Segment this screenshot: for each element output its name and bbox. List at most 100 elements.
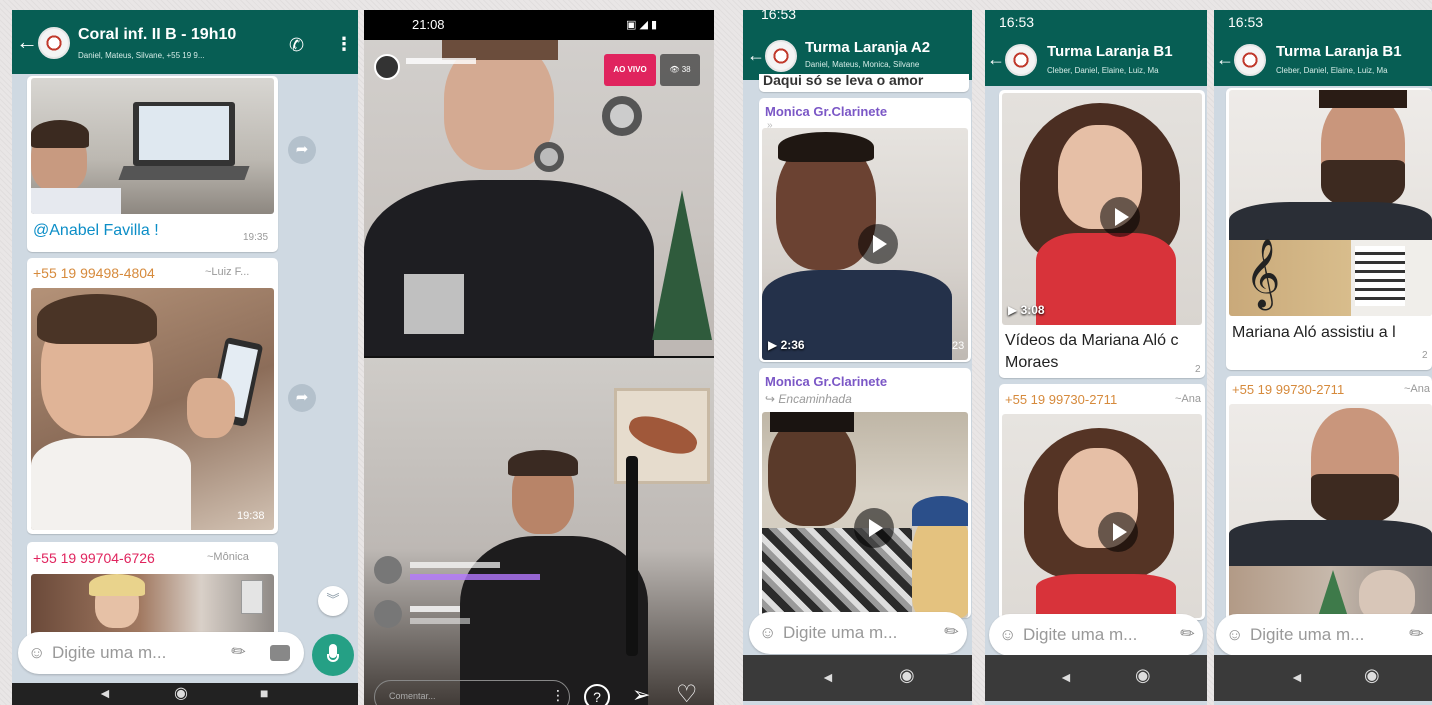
chat-area: @Anabel Favilla ! 19:35 ➦ +55 19 99498-4… [12,74,358,649]
nav-home-icon[interactable]: ◉ [174,683,188,703]
photo-teacher: 𝄞 [1229,90,1432,316]
send-icon[interactable]: ➢ [632,682,650,705]
phone-coral-chat: ← Coral inf. II B - 19h10 Daniel, Mateus… [12,10,358,705]
live-video-host [364,40,714,356]
message-photo-laptop[interactable]: @Anabel Favilla ! 19:35 [27,76,278,252]
chat-title[interactable]: Turma Laranja B1 [1047,43,1173,60]
live-badge: AO VIVO [604,54,656,86]
forward-icon[interactable]: ➦ [288,136,316,164]
play-button-icon[interactable] [1098,512,1138,552]
nav-recents-icon[interactable]: ■ [260,685,268,701]
live-video-guest [364,358,714,705]
heart-icon[interactable]: ♡ [676,680,698,705]
shirt-print [404,274,464,334]
message-input[interactable]: ☺ Digite uma m... ✎ [1216,614,1432,656]
boy-shirt [762,528,912,618]
forwarded-text: Encaminhada [778,392,852,406]
clock: 21:08 [412,17,445,32]
teacher-shirt [1229,520,1432,566]
message-video-mariana[interactable]: ▶ 3:08 Vídeos da Mariana Aló c Moraes 2 [999,90,1205,378]
viewer-count: 👁 38 [660,54,700,86]
emoji-icon[interactable]: ☺ [1226,625,1243,645]
message-input[interactable]: ☺ Digite uma m... ✎ [989,614,1203,656]
viewer-count-value: 38 [681,65,691,74]
host-avatar[interactable] [374,54,400,80]
nav-home-icon[interactable]: ◉ [899,665,915,686]
group-avatar[interactable] [1234,44,1266,76]
chat-area: ▶ 3:08 Vídeos da Mariana Aló c Moraes 2 … [985,86,1207,655]
comment-input[interactable]: Comentar... ⋮ [374,680,570,705]
sender-name: Monica Gr.Clarinete [765,104,888,119]
nav-back-icon[interactable]: ◄ [1290,669,1304,685]
play-button-icon[interactable] [854,508,894,548]
back-arrow-icon[interactable]: ← [1216,50,1234,68]
attach-icon[interactable]: ✎ [1176,622,1200,646]
message-photo-videocall[interactable]: +55 19 99704-6726 ~Mônica [27,542,278,642]
scroll-down-button[interactable]: ︾ [318,586,348,616]
teacher-beard [1311,474,1399,526]
nav-back-icon[interactable]: ◄ [1059,669,1073,685]
back-arrow-icon[interactable]: ← [747,46,765,64]
emoji-icon[interactable]: ☺ [28,643,45,663]
play-button-icon[interactable] [1100,197,1140,237]
message-input[interactable]: ☺ Digite uma m... ✎ [18,632,304,674]
android-navbar: ◄ ◉ [743,655,972,701]
nav-home-icon[interactable]: ◉ [1364,665,1380,686]
photo-videocall [31,574,274,640]
chat-title[interactable]: Turma Laranja B1 [1276,43,1402,60]
chat-area: Daqui só se leva o amor Monica Gr.Clarin… [743,74,972,655]
call-icon[interactable]: ✆ [289,35,304,56]
video-caption-2: Moraes [1005,354,1059,371]
forward-icon[interactable]: ➦ [288,384,316,412]
boy-shirt [31,438,191,530]
back-arrow-icon[interactable]: ← [987,50,1005,68]
sender-name: ~Luiz F... [205,266,250,278]
play-button-icon[interactable] [858,224,898,264]
message-video-girl-2[interactable]: +55 19 99730-2711 ~Ana [999,384,1205,620]
message-input[interactable]: ☺ Digite uma m... ✎ [749,612,967,654]
photo-caption: @Anabel Favilla ! [33,222,159,239]
comment-2 [374,600,554,630]
chat-header: 16:53 ← Turma Laranja A2 Daniel, Mateus,… [743,10,972,80]
message-placeholder: Digite uma m... [1250,625,1365,644]
host-username[interactable] [406,58,476,64]
back-arrow-icon[interactable]: ← [16,31,38,53]
commenter-avatar [374,600,402,628]
chat-title[interactable]: Turma Laranja A2 [805,39,930,56]
question-icon[interactable]: ? [584,684,610,705]
chat-participants: Cleber, Daniel, Elaine, Luiz, Ma [1276,66,1388,75]
emoji-icon[interactable]: ☺ [999,625,1016,645]
video-duration: ▶ 3:08 [1008,303,1045,317]
attach-icon[interactable]: ✎ [227,640,251,664]
message-placeholder: Digite uma m... [783,623,898,642]
group-avatar[interactable] [765,40,797,72]
attach-icon[interactable]: ✎ [1405,622,1429,646]
photo-time: 19:38 [237,510,265,522]
chat-title[interactable]: Coral inf. II B - 19h10 [78,26,236,44]
attach-icon[interactable]: ✎ [940,620,964,644]
group-avatar[interactable] [38,27,70,59]
message-time: 19:35 [243,232,269,243]
message-photo-teacher[interactable]: 𝄞 Mariana Aló assistiu a l 2 [1226,88,1432,370]
mic-button[interactable] [312,634,354,676]
more-icon[interactable]: ⋮ [551,687,565,704]
teacher-hair [1319,90,1407,108]
message-video-2[interactable]: Monica Gr.Clarinete ↪ Encaminhada [759,368,971,618]
camera-icon[interactable] [270,645,290,661]
message-photo-teacher-2[interactable]: +55 19 99730-2711 ~Ana [1226,376,1432,622]
small-window [241,580,263,614]
nav-home-icon[interactable]: ◉ [1135,665,1151,686]
photo-boy-phone: 19:38 [31,288,274,530]
menu-icon[interactable]: ⋮ [335,34,353,55]
group-avatar[interactable] [1005,44,1037,76]
phone-turma-b1-b: 16:53 ← Turma Laranja B1 Cleber, Daniel,… [1214,10,1432,705]
message-photo-phone[interactable]: +55 19 99498-4804 ~Luiz F... 19:38 [27,258,278,534]
nav-back-icon[interactable]: ◄ [821,669,835,685]
video-thumb-girl-2 [1002,414,1202,618]
tripod-ring [602,96,642,136]
emoji-icon[interactable]: ☺ [759,623,776,643]
message-top-text: Daqui só se leva o amor [759,74,969,92]
nav-back-icon[interactable]: ◄ [98,685,112,701]
guest-hair [508,450,578,476]
message-video-1[interactable]: Monica Gr.Clarinete » ▶ 2:36 23 [759,98,971,362]
